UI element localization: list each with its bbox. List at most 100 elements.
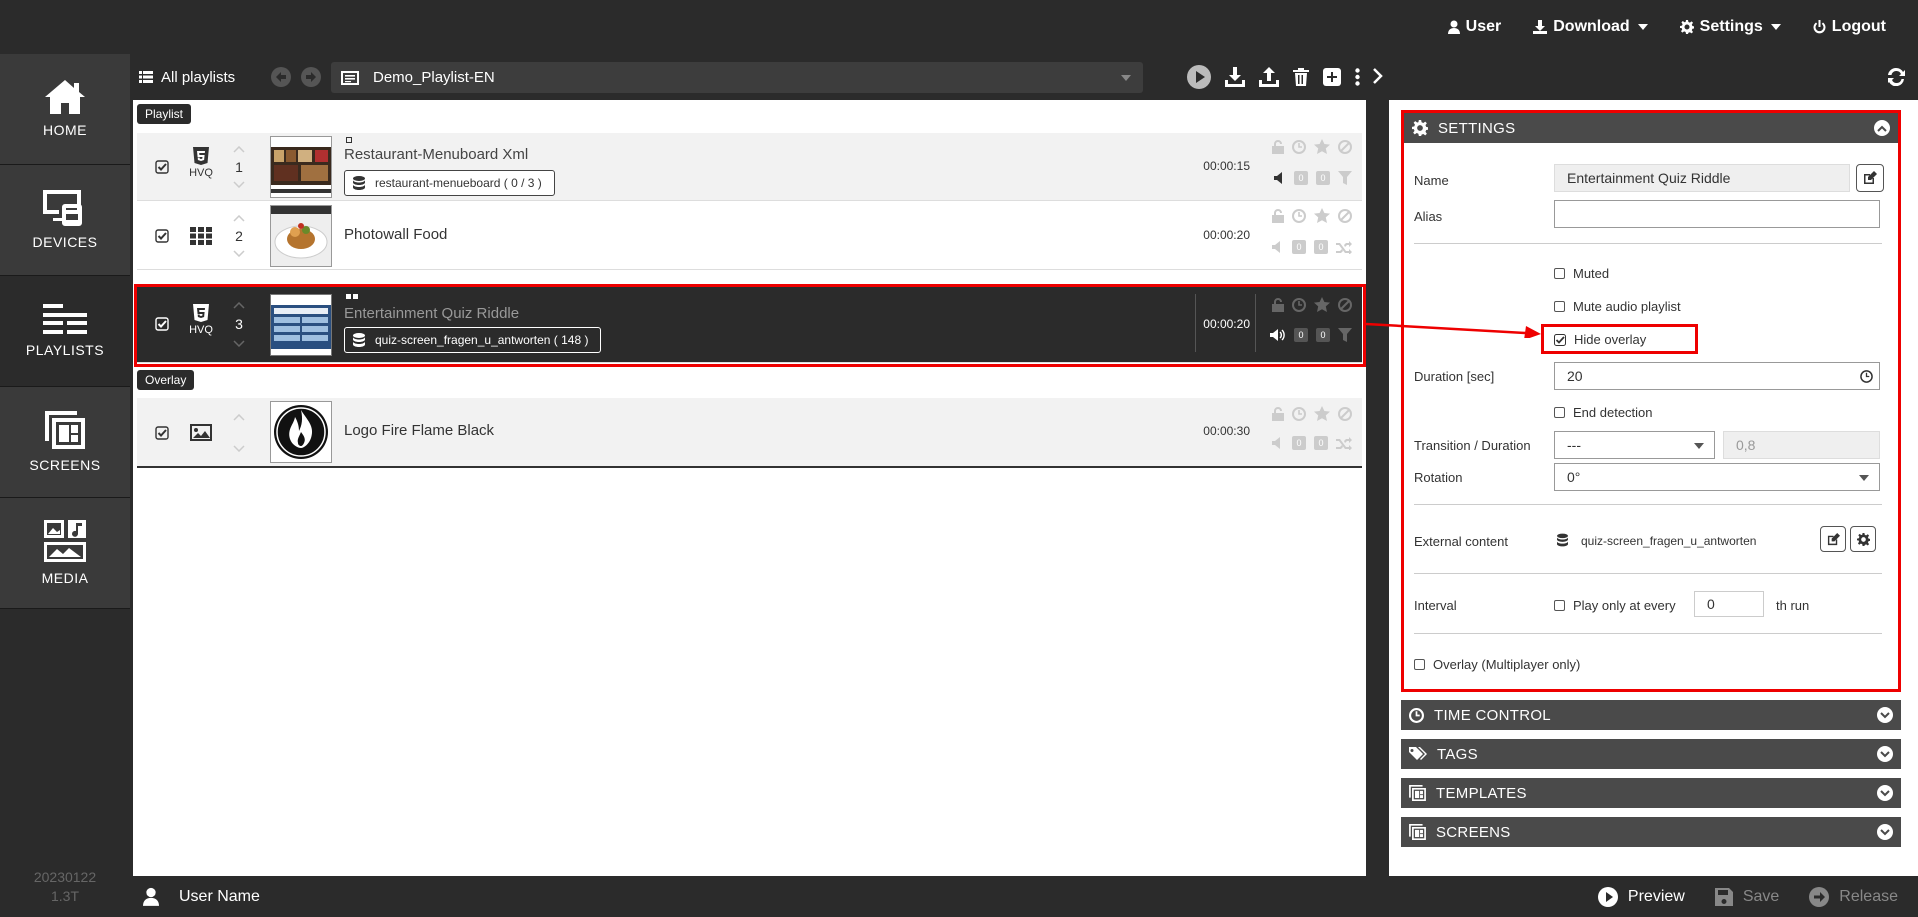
accordion-screens[interactable]: SCREENS: [1401, 817, 1901, 847]
ban-icon[interactable]: [1338, 139, 1352, 154]
sidebar-item-screens[interactable]: SCREENS: [0, 387, 130, 498]
play-button[interactable]: [1187, 65, 1211, 89]
mute-audio-checkbox[interactable]: Mute audio playlist: [1554, 299, 1681, 314]
transition-select[interactable]: ---: [1554, 431, 1715, 459]
star-icon[interactable]: [1314, 208, 1330, 223]
all-playlists-button[interactable]: All playlists: [139, 54, 235, 100]
accordion-label: SCREENS: [1436, 823, 1511, 841]
playlist-row[interactable]: 2 Photowall Food 00:00:20 0 0: [137, 202, 1362, 270]
duration-label: Duration [sec]: [1414, 369, 1495, 384]
sidebar-item-playlists[interactable]: PLAYLISTS: [0, 276, 130, 387]
row-status-icons: [1272, 139, 1352, 154]
settings-menu[interactable]: Settings: [1664, 0, 1797, 54]
move-up-icon[interactable]: [233, 215, 245, 222]
tags-icon: [1409, 746, 1427, 760]
item-duration: 00:00:15: [1203, 159, 1250, 173]
move-down-icon[interactable]: [233, 250, 245, 257]
checkbox-empty-icon: [1554, 600, 1565, 611]
rotation-select-value: 0°: [1567, 469, 1581, 485]
accordion-templates[interactable]: TEMPLATES: [1401, 778, 1901, 808]
collapse-panel-button[interactable]: [1372, 68, 1384, 84]
end-detection-checkbox[interactable]: End detection: [1554, 405, 1653, 420]
overlay-multiplayer-checkbox[interactable]: Overlay (Multiplayer only): [1414, 657, 1580, 672]
move-up-icon[interactable]: [233, 414, 245, 421]
download-playlist-button[interactable]: [1225, 67, 1245, 87]
accordion-tags[interactable]: TAGS: [1401, 739, 1901, 769]
volume-off-icon[interactable]: [1272, 436, 1284, 450]
clock-icon[interactable]: [1292, 406, 1306, 421]
version-number: 1.3T: [50, 888, 79, 904]
filter-icon[interactable]: [1338, 171, 1352, 185]
checkbox-checked-icon[interactable]: [155, 229, 169, 243]
sidebar-item-home[interactable]: HOME: [0, 54, 130, 165]
playlist-row[interactable]: HVQ 1 Restaurant-Menuboard Xml restauran…: [137, 133, 1362, 201]
datasource-badge[interactable]: restaurant-menueboard ( 0 / 3 ): [344, 170, 555, 196]
move-up-icon[interactable]: [233, 146, 245, 153]
release-button[interactable]: Release: [1809, 886, 1898, 907]
sidebar-item-devices[interactable]: DEVICES: [0, 165, 130, 276]
user-icon: [143, 887, 159, 906]
settings-header[interactable]: SETTINGS: [1404, 113, 1898, 143]
html5-icon: [193, 147, 209, 165]
edit-external-button[interactable]: [1820, 526, 1846, 552]
templates-icon: [1409, 785, 1426, 801]
muted-checkbox[interactable]: Muted: [1554, 266, 1609, 281]
overlay-row[interactable]: Logo Fire Flame Black 00:00:30 0 0: [137, 398, 1362, 468]
version-info: 20230122 1.3T: [0, 868, 130, 906]
playlist-select[interactable]: Demo_Playlist-EN: [331, 62, 1143, 93]
refresh-button[interactable]: [1886, 66, 1906, 86]
ban-icon[interactable]: [1338, 406, 1352, 421]
shuffle-icon[interactable]: [1336, 436, 1352, 450]
unlock-icon[interactable]: [1272, 139, 1284, 154]
clock-icon[interactable]: [1292, 208, 1306, 223]
transition-duration-input[interactable]: 0,8: [1723, 431, 1880, 459]
rotation-select[interactable]: 0°: [1554, 463, 1880, 491]
star-icon[interactable]: [1314, 406, 1330, 421]
add-item-button[interactable]: [1323, 68, 1341, 86]
item-title: Photowall Food: [344, 226, 448, 243]
logout-button[interactable]: Logout: [1797, 0, 1902, 54]
download-icon: [1225, 67, 1245, 87]
shuffle-icon[interactable]: [1336, 240, 1352, 254]
volume-off-icon[interactable]: [1272, 240, 1284, 254]
user-menu[interactable]: User: [1432, 0, 1518, 54]
volume-off-icon[interactable]: [1274, 171, 1286, 185]
edit-name-button[interactable]: [1856, 164, 1884, 192]
unlock-icon[interactable]: [1272, 208, 1284, 223]
duration-input[interactable]: 20: [1554, 362, 1880, 390]
sidebar-item-media[interactable]: MEDIA: [0, 498, 130, 609]
home-icon: [45, 80, 85, 114]
checkbox-checked-icon[interactable]: [155, 426, 169, 440]
play-only-checkbox[interactable]: Play only at every: [1554, 598, 1676, 613]
save-button[interactable]: Save: [1714, 887, 1779, 906]
mute-audio-label: Mute audio playlist: [1573, 299, 1681, 314]
more-options-button[interactable]: [1355, 68, 1360, 86]
name-input[interactable]: Entertainment Quiz Riddle: [1554, 164, 1850, 192]
thumbnail: [270, 136, 332, 198]
checkbox-empty-icon: [1554, 301, 1565, 312]
preview-button[interactable]: Preview: [1597, 886, 1685, 907]
external-settings-button[interactable]: [1850, 526, 1876, 552]
accordion-time-control[interactable]: TIME CONTROL: [1401, 700, 1901, 730]
clock-icon[interactable]: [1292, 139, 1306, 154]
move-down-icon[interactable]: [233, 181, 245, 188]
delete-playlist-button[interactable]: [1293, 68, 1309, 86]
panel-bar: [1368, 54, 1918, 100]
forward-button[interactable]: [301, 67, 321, 87]
star-icon[interactable]: [1314, 139, 1330, 154]
badge-zero: 0: [1294, 171, 1308, 185]
move-down-icon[interactable]: [233, 445, 245, 452]
checkbox-checked-icon[interactable]: [155, 160, 169, 174]
type-image: [183, 424, 219, 441]
ban-icon[interactable]: [1338, 208, 1352, 223]
chevron-down-icon: [1877, 746, 1893, 762]
alias-input[interactable]: [1554, 200, 1880, 228]
muted-label: Muted: [1573, 266, 1610, 281]
item-title: Restaurant-Menuboard Xml: [344, 146, 529, 163]
row-media-icons: 0 0: [1274, 171, 1352, 185]
download-menu[interactable]: Download: [1517, 0, 1663, 54]
upload-playlist-button[interactable]: [1259, 67, 1279, 87]
interval-input[interactable]: 0: [1694, 591, 1764, 617]
back-button[interactable]: [271, 67, 291, 87]
unlock-icon[interactable]: [1272, 406, 1284, 421]
